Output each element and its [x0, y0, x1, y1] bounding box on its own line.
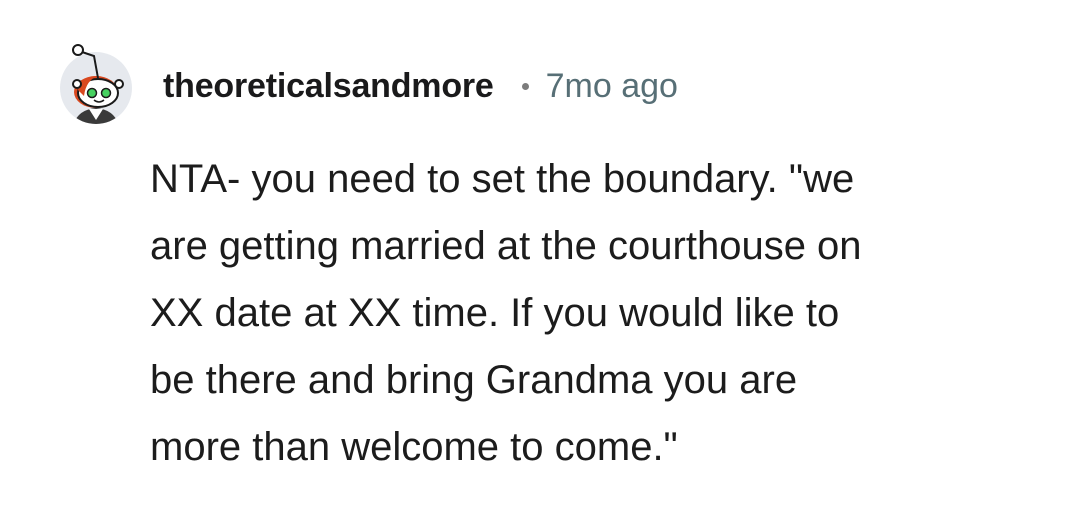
timestamp[interactable]: 7mo ago	[546, 67, 678, 106]
comment-body-line: XX date at XX time. If you would like to	[150, 291, 840, 335]
separator-dot	[521, 82, 529, 90]
comment-header: theoreticalsandmore 7mo ago	[163, 64, 678, 108]
comment-body: NTA- you need to set the boundary. "we a…	[150, 146, 1030, 481]
comment-body-line: are getting married at the courthouse on	[150, 224, 862, 268]
comment-body-line: be there and bring Grandma you are	[150, 358, 798, 402]
comment-body-line: NTA- you need to set the boundary. "we	[150, 157, 855, 201]
snoo-avatar-icon[interactable]	[56, 40, 136, 124]
username-link[interactable]: theoreticalsandmore	[163, 67, 494, 106]
comment-body-line: more than welcome to come."	[150, 425, 678, 469]
comment: theoreticalsandmore 7mo ago NTA- you nee…	[0, 0, 1080, 517]
